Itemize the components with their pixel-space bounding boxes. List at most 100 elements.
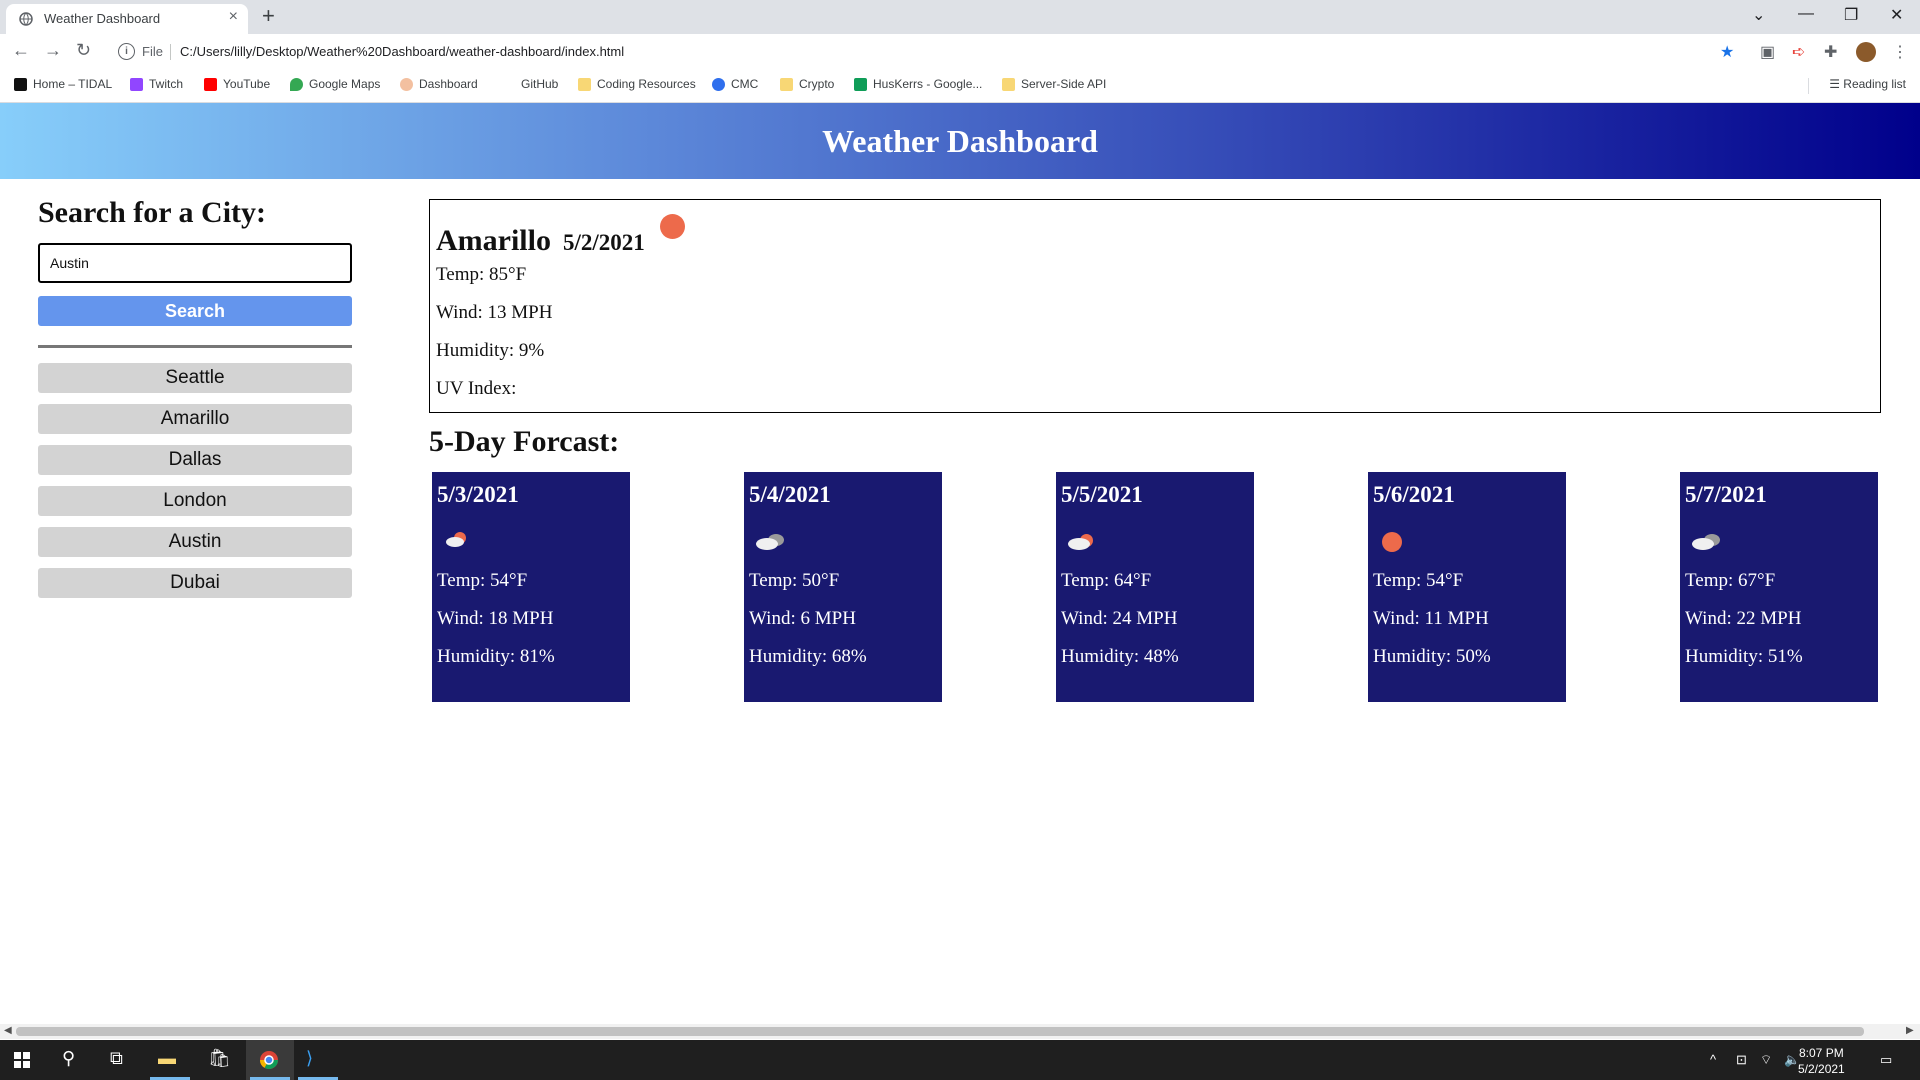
chrome-icon[interactable]	[259, 1050, 279, 1070]
address-bar[interactable]: C:/Users/lilly/Desktop/Weather%20Dashboa…	[180, 44, 624, 59]
meet-now-icon[interactable]: ⊡	[1736, 1052, 1747, 1068]
forecast-humidity: Humidity: 50%	[1373, 646, 1491, 667]
bookmark-item[interactable]: Dashboard	[400, 77, 478, 91]
notification-icon[interactable]: ▭	[1880, 1052, 1892, 1068]
current-humidity: Humidity: 9%	[436, 340, 545, 361]
current-date: 5/2/2021	[563, 230, 645, 255]
forecast-humidity: Humidity: 81%	[437, 646, 555, 667]
twitch-icon	[130, 77, 143, 91]
close-window-icon[interactable]: ✕	[1890, 5, 1903, 25]
windows-taskbar: ⚲ ⧉ ▬ 🛍 ⟩ ^ ⊡ ⌔ 🔈 8:07 PM 5/2/2021 ▭	[0, 1040, 1920, 1080]
bookmark-item[interactable]: Home – TIDAL	[14, 77, 112, 91]
bookmark-item[interactable]: Twitch	[130, 77, 183, 91]
file-explorer-icon[interactable]: ▬	[158, 1048, 176, 1069]
forecast-card: 5/3/2021 Temp: 54°F Wind: 18 MPH Humidit…	[432, 472, 630, 702]
wifi-icon[interactable]: ⌔	[1760, 1052, 1772, 1068]
search-heading: Search for a City:	[38, 196, 267, 229]
history-button-dubai[interactable]: Dubai	[38, 568, 352, 598]
site-info-icon[interactable]: i	[118, 43, 135, 60]
bookmark-item[interactable]: Google Maps	[290, 77, 380, 91]
back-icon[interactable]: ←	[12, 40, 30, 61]
maps-pin-icon	[290, 77, 303, 91]
forecast-wind: Wind: 18 MPH	[437, 608, 554, 629]
sheets-icon	[854, 77, 867, 91]
search-divider	[38, 345, 352, 348]
extension-arrow-icon[interactable]: ➪	[1792, 42, 1805, 62]
page-title: Weather Dashboard	[822, 123, 1098, 159]
folder-icon	[578, 77, 591, 91]
current-temp: Temp: 85°F	[436, 264, 527, 285]
menu-icon[interactable]: ⋮	[1892, 42, 1908, 62]
puzzle-icon[interactable]: ✚	[1824, 42, 1837, 62]
scroll-left-icon[interactable]: ◀	[4, 1025, 12, 1036]
header-banner: Weather Dashboard	[0, 103, 1920, 179]
browser-tab[interactable]: Weather Dashboard ×	[6, 4, 248, 34]
bookmark-item[interactable]: Crypto	[780, 77, 834, 91]
avatar[interactable]	[1856, 42, 1876, 62]
tray-overflow-icon[interactable]: ^	[1710, 1052, 1716, 1067]
tidal-icon	[14, 77, 27, 91]
forecast-card: 5/7/2021 Temp: 67°F Wind: 22 MPH Humidit…	[1680, 472, 1878, 702]
bookmark-item[interactable]: Coding Resources	[578, 77, 696, 91]
scroll-right-icon[interactable]: ▶	[1906, 1025, 1914, 1036]
folder-icon	[780, 77, 793, 91]
new-tab-icon[interactable]: +	[262, 3, 275, 29]
taskbar-clock[interactable]: 8:07 PM 5/2/2021	[1798, 1045, 1845, 1077]
bookmark-star-icon[interactable]: ★	[1720, 42, 1734, 62]
store-icon[interactable]: 🛍	[208, 1048, 231, 1069]
forecast-date: 5/7/2021	[1685, 482, 1767, 507]
bookmark-item[interactable]: YouTube	[204, 77, 270, 91]
scrollbar-thumb[interactable]	[16, 1027, 1864, 1036]
current-city: Amarillo	[436, 224, 551, 257]
forecast-temp: Temp: 50°F	[749, 570, 840, 591]
forecast-card: 5/5/2021 Temp: 64°F Wind: 24 MPH Humidit…	[1056, 472, 1254, 702]
bookmarks-bar: Home – TIDAL Twitch YouTube Google Maps …	[0, 70, 1920, 103]
bookmarks-divider	[1808, 78, 1809, 94]
address-separator	[170, 44, 171, 60]
bookmark-item[interactable]: Server-Side API	[1002, 77, 1106, 91]
close-tab-icon[interactable]: ×	[229, 8, 238, 26]
bookmark-item[interactable]: GitHub	[502, 77, 558, 91]
current-weather-card: Amarillo 5/2/2021 Temp: 85°F Wind: 13 MP…	[429, 199, 1881, 413]
horizontal-scrollbar[interactable]: ◀ ▶	[0, 1024, 1920, 1039]
windows-start-icon[interactable]	[14, 1052, 30, 1068]
clock-time: 8:07 PM	[1799, 1046, 1844, 1060]
tab-search-icon[interactable]: ⌄	[1752, 5, 1765, 25]
forecast-humidity: Humidity: 51%	[1685, 646, 1803, 667]
history-button-london[interactable]: London	[38, 486, 352, 516]
forecast-wind: Wind: 11 MPH	[1373, 608, 1489, 629]
few-clouds-icon	[1068, 530, 1096, 550]
forecast-wind: Wind: 22 MPH	[1685, 608, 1802, 629]
search-icon[interactable]: ⚲	[62, 1048, 75, 1069]
forecast-humidity: Humidity: 68%	[749, 646, 867, 667]
history-button-amarillo[interactable]: Amarillo	[38, 404, 352, 434]
github-icon	[502, 77, 515, 91]
tab-title: Weather Dashboard	[44, 11, 161, 26]
vscode-icon[interactable]: ⟩	[306, 1048, 313, 1069]
clear-sun-icon	[1380, 530, 1408, 552]
globe-icon	[19, 12, 33, 26]
reload-icon[interactable]: ↻	[76, 40, 91, 61]
reading-list-button[interactable]: ☰ Reading list	[1829, 77, 1906, 91]
restore-icon[interactable]: ❐	[1844, 5, 1858, 25]
search-input[interactable]	[38, 243, 352, 283]
history-button-austin[interactable]: Austin	[38, 527, 352, 557]
forecast-wind: Wind: 24 MPH	[1061, 608, 1178, 629]
forecast-date: 5/4/2021	[749, 482, 831, 507]
extension-icon[interactable]: ▣	[1760, 42, 1775, 62]
search-button[interactable]: Search	[38, 296, 352, 326]
broken-clouds-icon	[1692, 530, 1720, 550]
forecast-card: 5/6/2021 Temp: 54°F Wind: 11 MPH Humidit…	[1368, 472, 1566, 702]
forecast-temp: Temp: 54°F	[1373, 570, 1464, 591]
forecast-temp: Temp: 67°F	[1685, 570, 1776, 591]
history-button-seattle[interactable]: Seattle	[38, 363, 352, 393]
minimize-icon[interactable]: —	[1798, 5, 1814, 23]
bookmark-item[interactable]: CMC	[712, 77, 758, 91]
forecast-heading: 5-Day Forcast:	[429, 425, 620, 458]
bookmark-item[interactable]: HusKerrs - Google...	[854, 77, 982, 91]
cmc-icon	[712, 77, 725, 91]
task-view-icon[interactable]: ⧉	[110, 1048, 123, 1069]
forecast-date: 5/6/2021	[1373, 482, 1455, 507]
history-button-dallas[interactable]: Dallas	[38, 445, 352, 475]
forward-icon[interactable]: →	[44, 40, 62, 61]
